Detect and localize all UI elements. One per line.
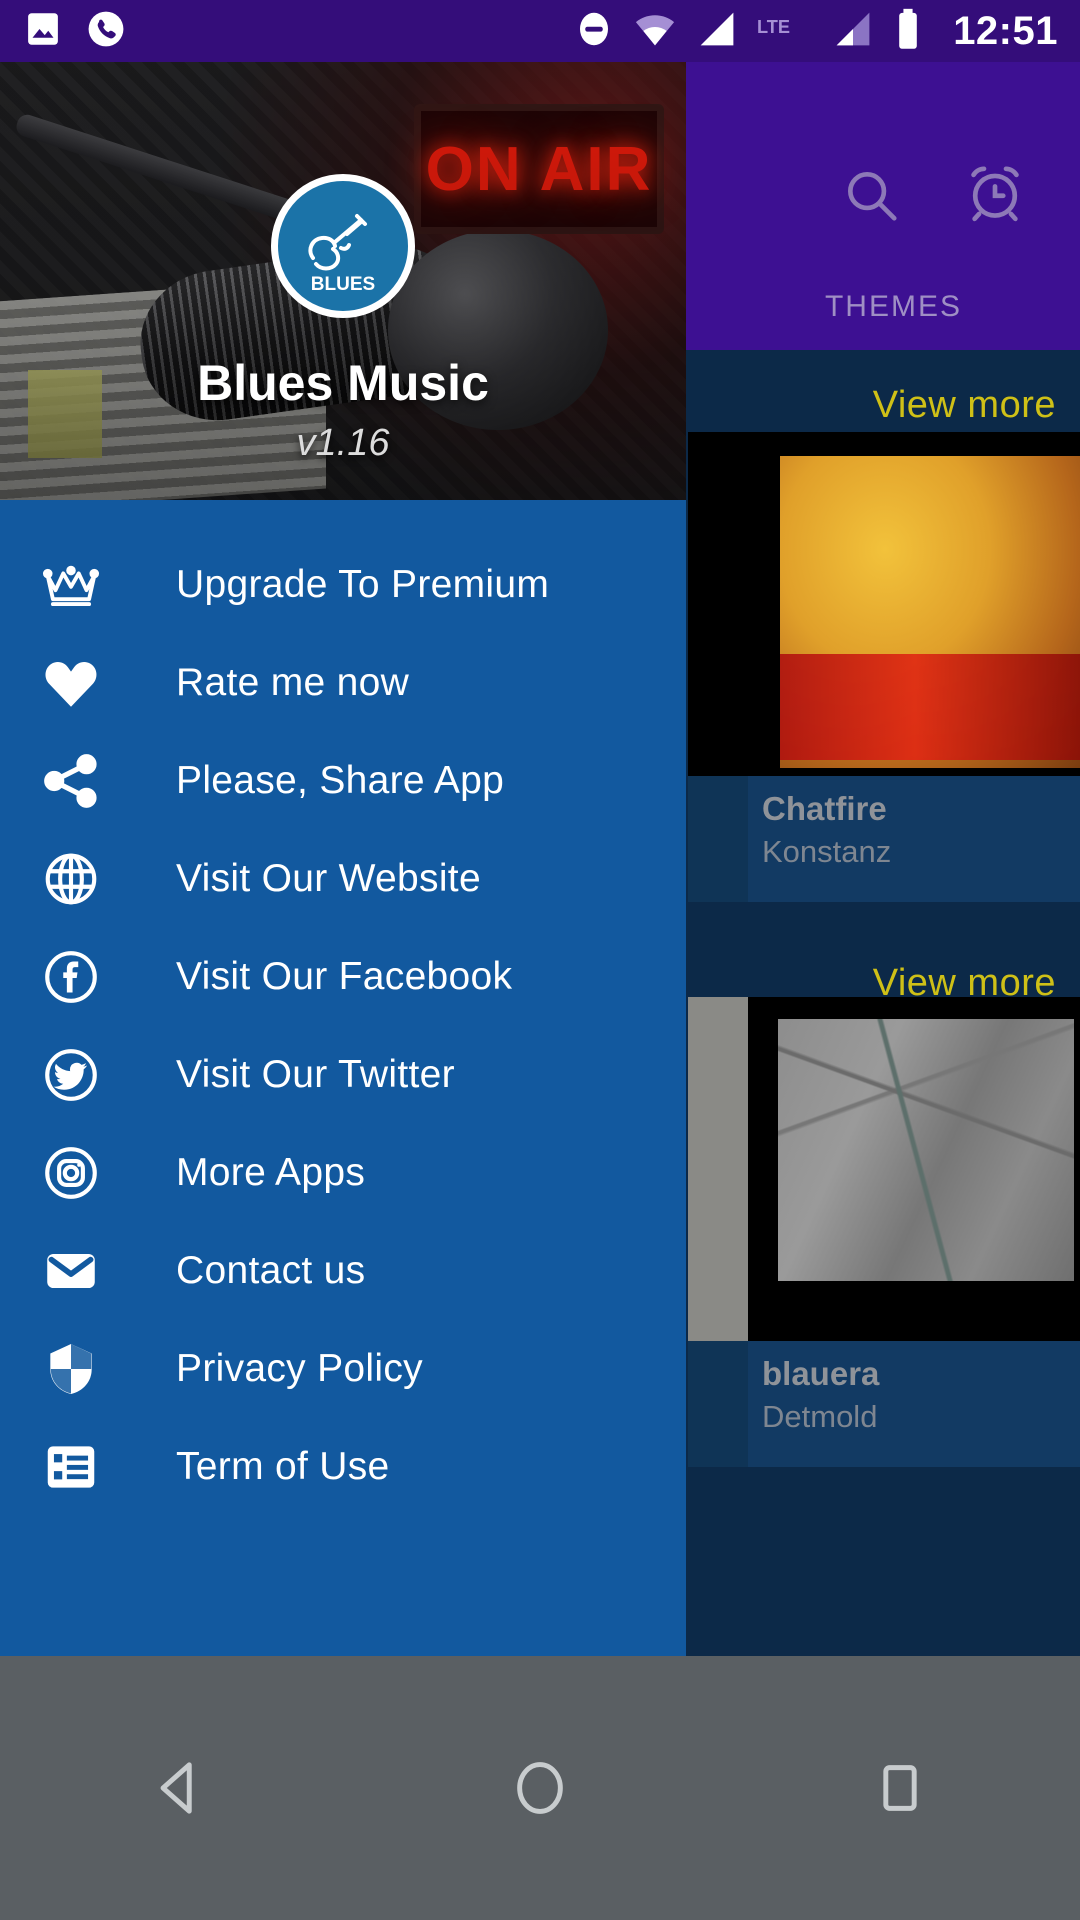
lte-label: LTE <box>757 9 813 54</box>
recents-button[interactable] <box>820 1708 980 1868</box>
app-logo-icon: BLUES <box>271 174 415 318</box>
menu-item-visit-facebook[interactable]: Visit Our Facebook <box>0 928 686 1026</box>
heart-icon <box>40 652 132 714</box>
svg-text:LTE: LTE <box>757 17 790 37</box>
theme-card-chatfire[interactable]: Chatfire Konstanz <box>748 432 1080 902</box>
drawer-header: ON AIR BLUES Blues Music <box>0 62 686 500</box>
menu-item-contact-us[interactable]: Contact us <box>0 1222 686 1320</box>
menu-item-privacy-policy[interactable]: Privacy Policy <box>0 1320 686 1418</box>
menu-item-label: Contact us <box>176 1249 366 1292</box>
status-bar-clock: 12:51 <box>953 8 1058 53</box>
drawer-menu: Upgrade To Premium Rate me now Please, S… <box>0 536 686 1516</box>
alarm-clock-icon[interactable] <box>962 160 1028 231</box>
system-navigation-bar <box>0 1656 1080 1920</box>
envelope-icon <box>40 1240 132 1302</box>
share-icon <box>40 750 132 812</box>
card-title: blauera <box>762 1355 880 1392</box>
menu-item-label: Visit Our Facebook <box>176 955 513 998</box>
twitter-icon <box>40 1044 132 1106</box>
navigation-drawer: ON AIR BLUES Blues Music <box>0 62 686 1656</box>
menu-item-more-apps[interactable]: More Apps <box>0 1124 686 1222</box>
menu-item-rate-me-now[interactable]: Rate me now <box>0 634 686 732</box>
menu-item-label: Privacy Policy <box>176 1347 423 1390</box>
card-subtitle: Detmold <box>762 1399 878 1434</box>
search-icon[interactable] <box>840 164 902 231</box>
view-more-link-1[interactable]: View more <box>873 384 1056 427</box>
card-subtitle: Konstanz <box>762 834 892 869</box>
menu-item-label: More Apps <box>176 1151 366 1194</box>
instagram-icon <box>40 1142 132 1204</box>
status-bar: LTE 12:51 <box>0 0 1080 62</box>
menu-item-label: Term of Use <box>176 1445 390 1488</box>
battery-icon <box>893 7 923 56</box>
list-document-icon <box>40 1436 132 1498</box>
theme-card-blauera[interactable]: blauera Detmold <box>748 997 1080 1467</box>
image-icon <box>22 8 64 55</box>
app-version: v1.16 <box>296 422 390 464</box>
menu-item-label: Visit Our Twitter <box>176 1053 455 1096</box>
menu-item-upgrade-to-premium[interactable]: Upgrade To Premium <box>0 536 686 634</box>
menu-item-term-of-use[interactable]: Term of Use <box>0 1418 686 1516</box>
menu-item-visit-website[interactable]: Visit Our Website <box>0 830 686 928</box>
do-not-disturb-icon <box>573 8 615 55</box>
wifi-icon <box>633 9 677 54</box>
app-title: Blues Music <box>197 355 489 411</box>
logo-text: BLUES <box>311 274 375 295</box>
signal-icon <box>695 9 739 54</box>
menu-item-share-app[interactable]: Please, Share App <box>0 732 686 830</box>
crown-icon <box>40 554 132 616</box>
menu-item-visit-twitter[interactable]: Visit Our Twitter <box>0 1026 686 1124</box>
signal-2-icon <box>831 9 875 54</box>
card-thumbnail <box>748 997 1080 1341</box>
card-thumbnail <box>748 432 1080 776</box>
menu-item-label: Please, Share App <box>176 759 505 802</box>
back-button[interactable] <box>100 1708 260 1868</box>
menu-item-label: Visit Our Website <box>176 857 481 900</box>
phone-call-icon <box>84 7 128 56</box>
globe-icon <box>40 848 132 910</box>
card-title: Chatfire <box>762 790 887 827</box>
facebook-icon <box>40 946 132 1008</box>
tab-themes[interactable]: THEMES <box>825 290 962 324</box>
phone-screen: THEMES View more Chatfire Konstanz View … <box>0 0 1080 1920</box>
menu-item-label: Upgrade To Premium <box>176 563 550 606</box>
home-button[interactable] <box>460 1708 620 1868</box>
shield-icon <box>40 1338 132 1400</box>
menu-item-label: Rate me now <box>176 661 410 704</box>
